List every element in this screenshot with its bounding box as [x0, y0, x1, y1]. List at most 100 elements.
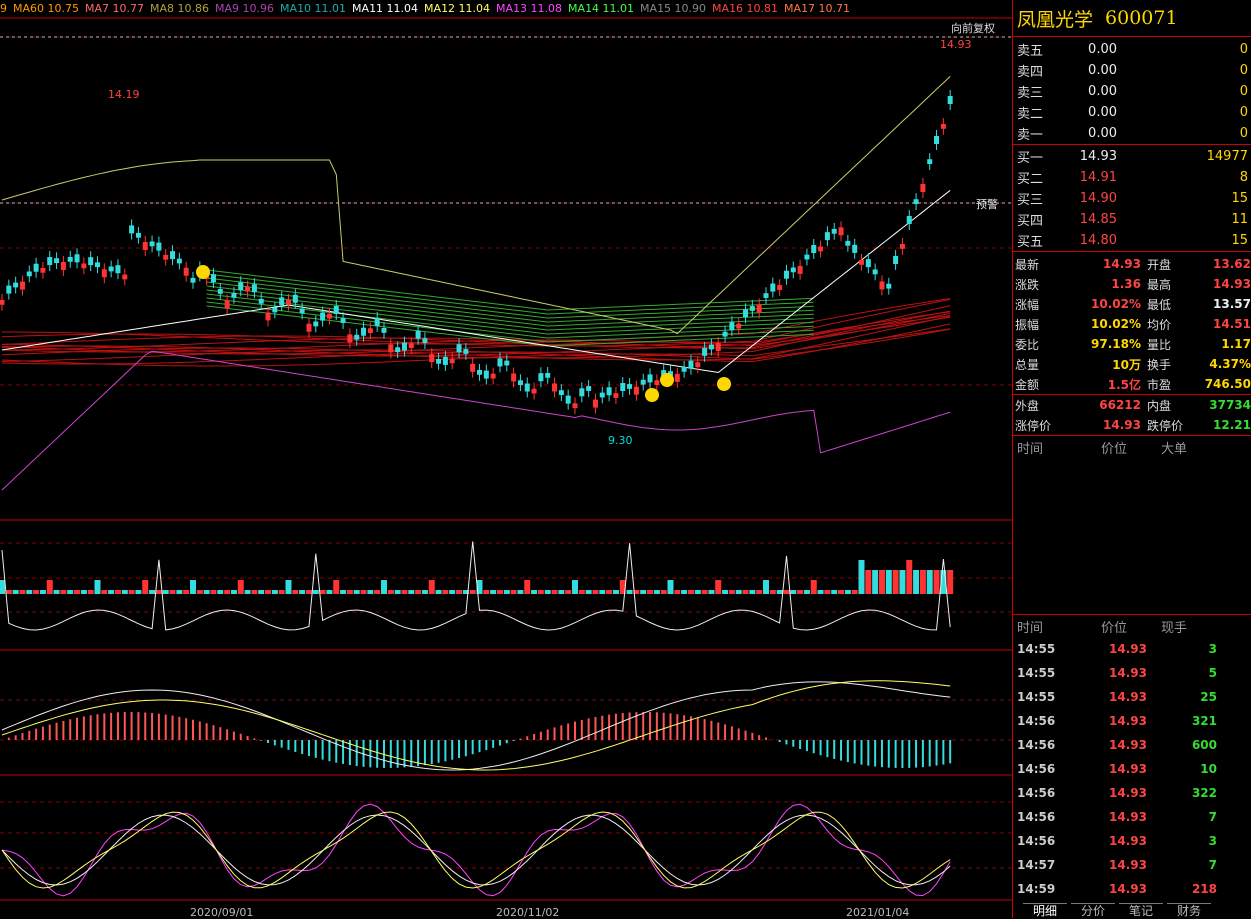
tick-volume: 322	[1147, 786, 1217, 800]
kline-svg[interactable]	[0, 0, 1012, 918]
quote-panel: 凤凰光学 600071 卖五0.000卖四0.000卖三0.000卖二0.000…	[1012, 0, 1251, 918]
buy-level-price: 14.90	[1057, 191, 1117, 206]
sell-level-row[interactable]: 卖二0.000	[1013, 102, 1251, 123]
tick-row[interactable]: 14:5914.93218	[1013, 877, 1251, 901]
quote-stat-value: 1.5亿	[1079, 376, 1141, 393]
candle-body	[914, 199, 919, 204]
candle-body	[920, 184, 925, 192]
macd-bar	[908, 740, 910, 768]
tick-row[interactable]: 14:5614.93321	[1013, 709, 1251, 733]
candle-body	[422, 338, 427, 343]
quote-stat-value: 97.18%	[1079, 337, 1141, 351]
macd-bar	[922, 740, 924, 767]
volume-bar	[483, 590, 489, 594]
volume-bar	[824, 590, 830, 594]
macd-bar	[820, 740, 822, 755]
sell-level-row[interactable]: 卖三0.000	[1013, 81, 1251, 102]
tick-row[interactable]: 14:5514.933	[1013, 637, 1251, 661]
candle-body	[736, 324, 741, 329]
tick-row[interactable]: 14:5614.937	[1013, 805, 1251, 829]
volume-bar	[756, 590, 762, 594]
stock-title: 凤凰光学 600071	[1013, 0, 1251, 37]
candle-body	[184, 268, 189, 276]
last-high-label: 14.93	[940, 38, 972, 51]
volume-bar	[470, 590, 476, 594]
candle-body	[702, 348, 707, 356]
buy-level-volume: 15	[1117, 191, 1248, 206]
volume-bar	[661, 590, 667, 594]
quote-stat-value: 4.37%	[1193, 357, 1251, 371]
tick-price: 14.93	[1077, 858, 1147, 872]
tick-row[interactable]: 14:5514.9325	[1013, 685, 1251, 709]
macd-bar	[49, 725, 51, 740]
tick-time: 14:55	[1017, 690, 1077, 704]
macd-bar	[785, 740, 787, 744]
candle-body	[839, 227, 844, 235]
sell-level-volume: 0	[1117, 126, 1248, 141]
buy-level-row[interactable]: 买三14.9015	[1013, 188, 1251, 209]
smiley-icon	[645, 388, 659, 402]
panel-tab[interactable]: 分价	[1071, 903, 1115, 918]
macd-bar	[847, 740, 849, 762]
macd-bar	[676, 714, 678, 740]
buy-level-row[interactable]: 买四14.8511	[1013, 209, 1251, 230]
macd-bar	[144, 712, 146, 740]
macd-bar	[301, 740, 303, 754]
macd-bar	[710, 721, 712, 740]
candle-body	[682, 367, 687, 372]
tick-volume: 25	[1147, 690, 1217, 704]
volume-bar	[511, 590, 517, 594]
tick-row[interactable]: 14:5614.93600	[1013, 733, 1251, 757]
volume-bar	[40, 590, 46, 594]
volume-bar	[81, 590, 87, 594]
volume-bar	[95, 580, 101, 594]
tick-row[interactable]: 14:5714.937	[1013, 853, 1251, 877]
tick-row[interactable]: 14:5614.93322	[1013, 781, 1251, 805]
volume-bar	[538, 590, 544, 594]
sell-level-row[interactable]: 卖五0.000	[1013, 39, 1251, 60]
panel-tab[interactable]: 笔记	[1119, 903, 1163, 918]
buy-level-row[interactable]: 买五14.8015	[1013, 230, 1251, 251]
volume-bar	[668, 580, 674, 594]
macd-bar	[867, 740, 869, 766]
volume-bar	[456, 590, 462, 594]
volume-bar	[101, 590, 107, 594]
candle-body	[272, 308, 277, 313]
panel-tab[interactable]: 明细	[1023, 903, 1067, 918]
candle-body	[109, 267, 114, 272]
candle-body	[491, 374, 496, 379]
sell-level-row[interactable]: 卖四0.000	[1013, 60, 1251, 81]
candle-body	[477, 370, 482, 375]
volume-bar	[599, 590, 605, 594]
tick-time: 14:56	[1017, 714, 1077, 728]
candle-body	[620, 383, 625, 391]
volume-bar	[204, 590, 210, 594]
candle-body	[457, 344, 462, 352]
tick-list[interactable]: 14:5514.93314:5514.93514:5514.932514:561…	[1013, 637, 1251, 901]
volume-bar	[197, 590, 203, 594]
macd-bar	[417, 740, 419, 766]
tick-row[interactable]: 14:5614.9310	[1013, 757, 1251, 781]
tick-row[interactable]: 14:5614.933	[1013, 829, 1251, 853]
candle-body	[225, 300, 230, 308]
macd-bar	[615, 714, 617, 740]
buy-level-row[interactable]: 买一14.9314977	[1013, 146, 1251, 167]
panel-tab[interactable]: 财务	[1167, 903, 1211, 918]
flow-stat-label: 涨停价	[1013, 417, 1079, 434]
macd-bar	[499, 740, 501, 746]
buy-level-row[interactable]: 买二14.918	[1013, 167, 1251, 188]
candle-body	[641, 380, 646, 385]
candle-body	[306, 324, 311, 332]
candle-body	[409, 343, 414, 348]
candle-body	[95, 262, 100, 267]
tick-row[interactable]: 14:5514.935	[1013, 661, 1251, 685]
volume-bar	[210, 590, 216, 594]
volume-bar	[6, 590, 12, 594]
big-order-list[interactable]	[1013, 458, 1251, 615]
macd-bar	[704, 719, 706, 740]
candle-body	[129, 225, 134, 233]
sell-level-row[interactable]: 卖一0.000	[1013, 123, 1251, 144]
tick-time: 14:55	[1017, 642, 1077, 656]
kline-chart-area[interactable]: 9MA60 10.75MA7 10.77MA8 10.86MA9 10.96MA…	[0, 0, 1012, 918]
buy-level-label: 买四	[1017, 210, 1057, 229]
